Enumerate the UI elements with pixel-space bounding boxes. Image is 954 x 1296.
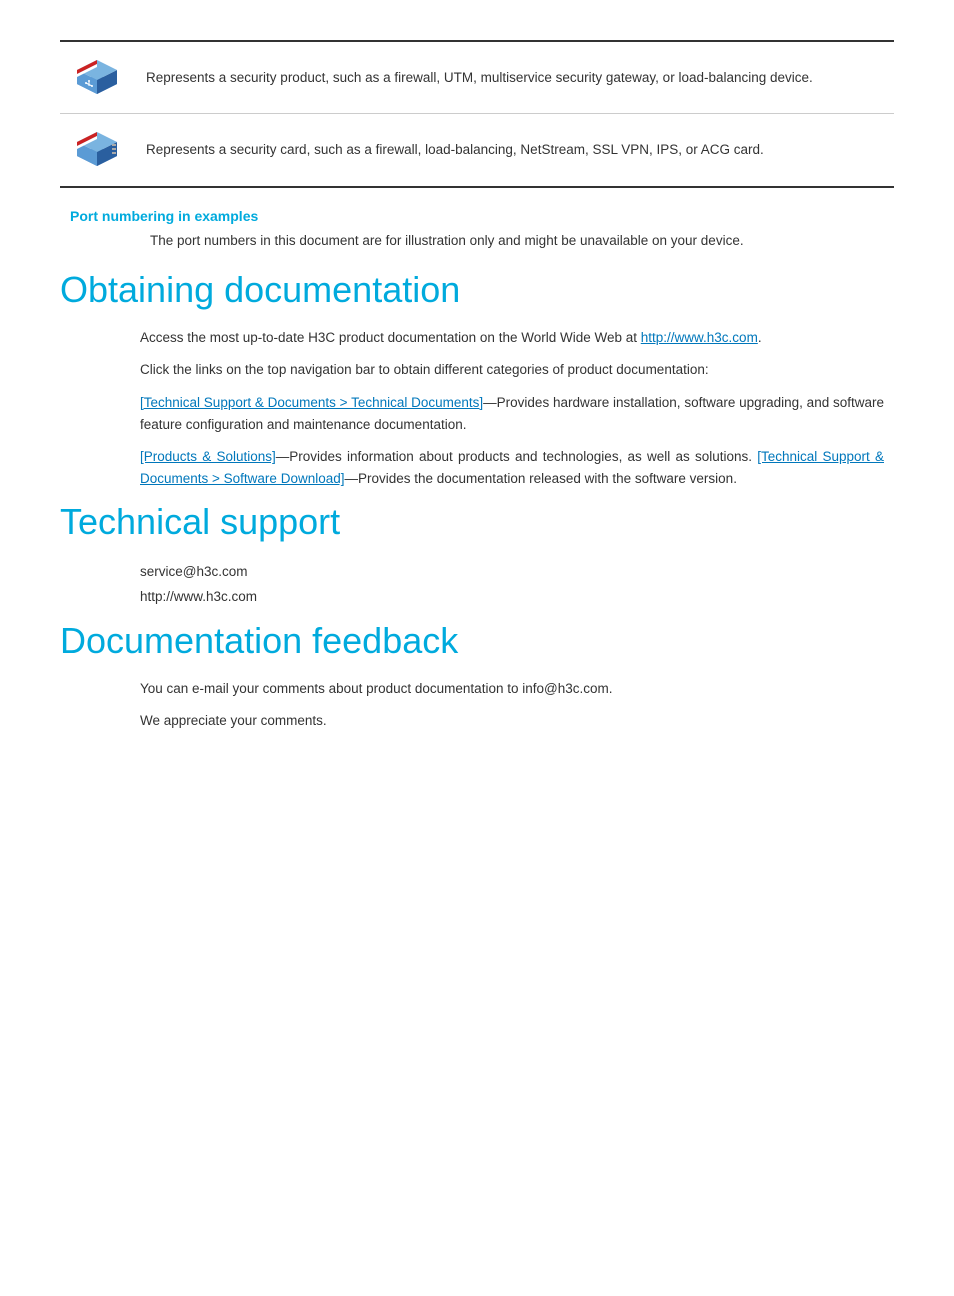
table-cell-2-text: Represents a security card, such as a fi… (134, 114, 894, 187)
security-card-icon (72, 124, 122, 169)
products-solutions-link[interactable]: [Products & Solutions] (140, 449, 276, 464)
obtaining-para-4-suffix: —Provides the documentation released wit… (344, 471, 736, 486)
feedback-para-1: You can e-mail your comments about produ… (140, 678, 884, 700)
obtaining-documentation-heading: Obtaining documentation (60, 269, 894, 311)
support-email: service@h3c.com (60, 559, 894, 585)
obtaining-para-1: Access the most up-to-date H3C product d… (140, 327, 884, 349)
obtaining-para-3: [Technical Support & Documents > Technic… (140, 392, 884, 437)
technical-support-heading: Technical support (60, 501, 894, 543)
table-cell-1-text: Represents a security product, such as a… (134, 41, 894, 114)
obtaining-para-4: [Products & Solutions]—Provides informat… (140, 446, 884, 491)
obtaining-documentation-content: Access the most up-to-date H3C product d… (60, 327, 894, 491)
documentation-feedback-content: You can e-mail your comments about produ… (60, 678, 894, 733)
icon-cell-1 (60, 41, 134, 114)
documentation-feedback-section: Documentation feedback You can e-mail yo… (60, 620, 894, 733)
support-website: http://www.h3c.com (60, 584, 894, 610)
table-row: Represents a security card, such as a fi… (60, 114, 894, 187)
obtaining-documentation-section: Obtaining documentation Access the most … (60, 269, 894, 491)
obtaining-para-4-middle: —Provides information about products and… (276, 449, 757, 464)
obtaining-para-1-prefix: Access the most up-to-date H3C product d… (140, 330, 641, 345)
security-product-icon (72, 52, 122, 97)
port-numbering-text: The port numbers in this document are fo… (70, 230, 894, 252)
port-numbering-title: Port numbering in examples (70, 208, 894, 224)
icon-cell-2 (60, 114, 134, 187)
obtaining-para-1-suffix: . (758, 330, 762, 345)
h3c-link-1[interactable]: http://www.h3c.com (641, 330, 758, 345)
obtaining-para-2: Click the links on the top navigation ba… (140, 359, 884, 381)
feedback-para-2: We appreciate your comments. (140, 710, 884, 732)
technical-support-content: service@h3c.com http://www.h3c.com (60, 559, 894, 610)
tech-support-docs-link[interactable]: [Technical Support & Documents > Technic… (140, 395, 483, 410)
documentation-feedback-heading: Documentation feedback (60, 620, 894, 662)
technical-support-section: Technical support service@h3c.com http:/… (60, 501, 894, 610)
icon-table: Represents a security product, such as a… (60, 40, 894, 188)
table-row: Represents a security product, such as a… (60, 41, 894, 114)
port-numbering-section: Port numbering in examples The port numb… (60, 208, 894, 252)
